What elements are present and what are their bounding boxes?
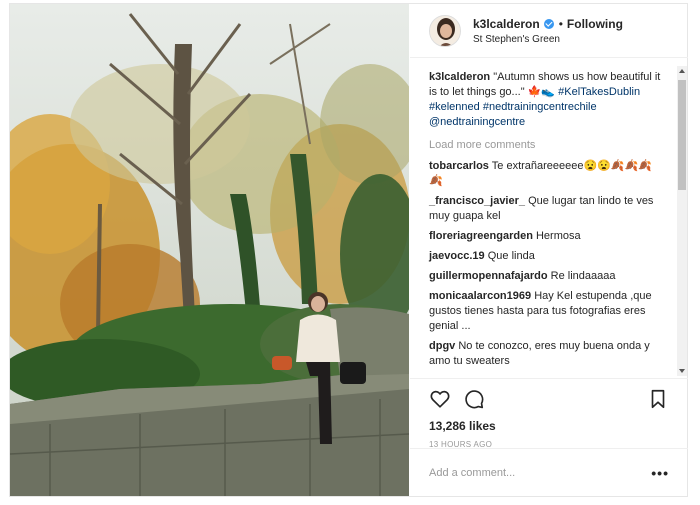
comment-username[interactable]: _francisco_javier_ [429, 195, 525, 207]
comment-username[interactable]: guillermopennafajardo [429, 270, 548, 282]
comment-item: dpgv No te conozco, eres muy buena onda … [429, 339, 664, 369]
mention[interactable]: @nedtrainingcentre [429, 116, 525, 128]
comment-item: _francisco_javier_ Que lugar tan lindo t… [429, 194, 664, 224]
separator-dot: • [558, 16, 563, 31]
hashtag[interactable]: #kelenned [429, 101, 480, 113]
comment-text: Hermosa [535, 230, 581, 242]
header-username[interactable]: k3lcalderon [473, 17, 540, 31]
comment-username[interactable]: tobarcarlos [429, 160, 489, 172]
comments-scrollbar[interactable] [677, 66, 687, 376]
verified-badge-icon [543, 18, 554, 29]
heart-icon[interactable] [429, 388, 451, 410]
instagram-post: k3lcalderon • Following St Stephen's Gre… [9, 3, 688, 497]
comment-item: floreriagreengarden Hermosa [429, 229, 664, 244]
scroll-up-arrow-icon[interactable] [679, 69, 685, 73]
caption-username[interactable]: k3lcalderon [429, 71, 490, 83]
post-header: k3lcalderon • Following St Stephen's Gre… [410, 4, 688, 58]
add-comment-input[interactable] [429, 466, 652, 479]
comment-username[interactable]: floreriagreengarden [429, 230, 533, 242]
comment-icon[interactable] [463, 388, 485, 410]
scrollbar-thumb[interactable] [678, 80, 686, 190]
post-sidebar: k3lcalderon • Following St Stephen's Gre… [410, 4, 689, 496]
following-button[interactable]: Following [567, 17, 623, 31]
autumn-park-photo [10, 4, 409, 496]
add-comment-bar: ••• [410, 448, 688, 496]
comment-item: tobarcarlos Te extrañareeeeee😧😧🍂🍂🍂🍂 [429, 159, 664, 189]
bookmark-icon[interactable] [647, 388, 669, 410]
caption: k3lcalderon "Autumn shows us how beautif… [429, 70, 664, 130]
scroll-down-arrow-icon[interactable] [679, 369, 685, 373]
more-options-icon[interactable]: ••• [651, 465, 669, 481]
likes-count[interactable]: 13,286 likes [429, 419, 669, 433]
comment-username[interactable]: jaevocc.19 [429, 250, 485, 262]
load-more-comments-button[interactable]: Load more comments [429, 139, 664, 151]
comment-text: Que linda [487, 250, 535, 262]
comment-username[interactable]: dpgv [429, 340, 455, 352]
post-photo[interactable] [10, 4, 409, 496]
hashtag[interactable]: #nedtrainingcentrechile [483, 101, 597, 113]
comment-text: Re lindaaaaa [550, 270, 616, 282]
comment-username[interactable]: monicaalarcon1969 [429, 290, 531, 302]
location-link[interactable]: St Stephen's Green [473, 34, 623, 45]
comment-item: jaevocc.19 Que linda [429, 249, 664, 264]
avatar[interactable] [429, 14, 461, 47]
hashtag[interactable]: #KelTakesDublin [558, 86, 640, 98]
comment-item: monicaalarcon1969 Hay Kel estupenda ,que… [429, 289, 664, 334]
comments-list[interactable]: k3lcalderon "Autumn shows us how beautif… [410, 60, 688, 376]
comment-text: No te conozco, eres muy buena onda y amo… [429, 340, 650, 367]
comment-item: guillermopennafajardo Re lindaaaaa [429, 269, 664, 284]
